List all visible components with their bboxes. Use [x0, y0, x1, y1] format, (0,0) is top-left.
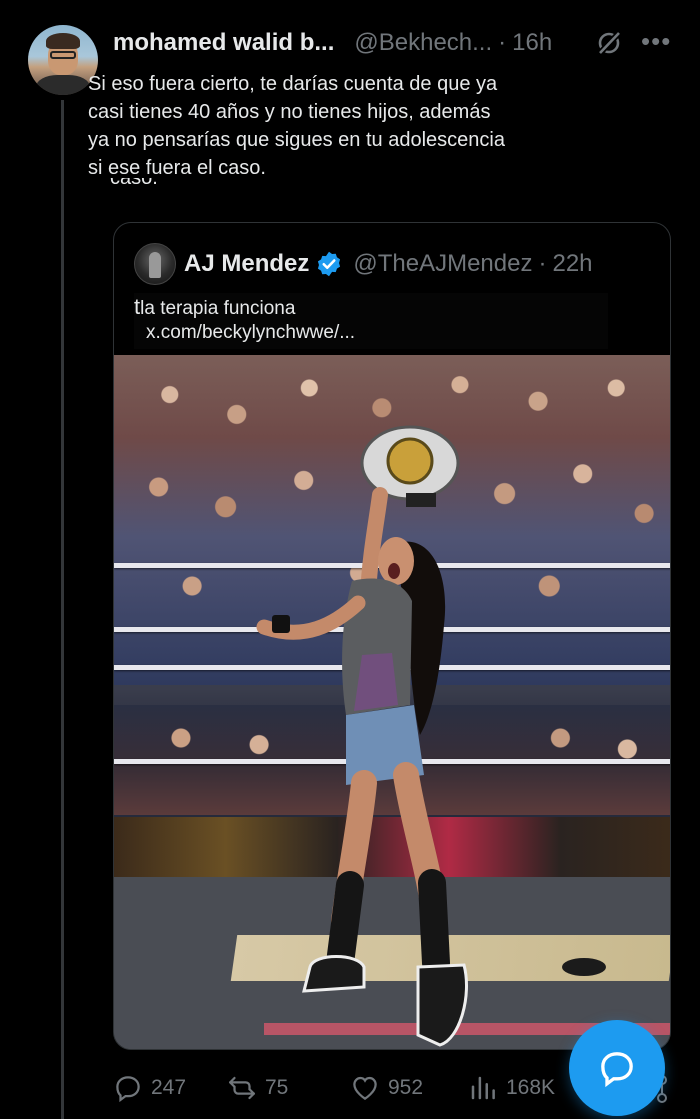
grok-icon[interactable]	[595, 29, 623, 57]
reply-separator: ·	[498, 29, 507, 56]
quote-text: tla terapia funciona	[134, 294, 296, 320]
quote-separator: ·	[538, 250, 547, 277]
reply-text: Si eso fuera cierto, te darías cuenta de…	[88, 73, 505, 179]
views-button[interactable]: 168K	[468, 1070, 555, 1106]
quote-header: AJ Mendez @TheAJMendez · 22h	[184, 247, 593, 281]
reply-timestamp[interactable]: 16h	[512, 29, 552, 57]
reply-icon	[116, 1076, 140, 1103]
reply-display-name[interactable]: mohamed walid b...	[113, 29, 334, 57]
repost-icon	[229, 1076, 255, 1100]
compose-reply-button[interactable]	[569, 1020, 665, 1116]
reply-button[interactable]: 247	[113, 1070, 186, 1106]
thread-line	[61, 100, 64, 1119]
reply-count: 247	[151, 1076, 187, 1099]
quote-link[interactable]: x.com/beckylynchwwe/...	[146, 321, 355, 345]
heart-icon	[353, 1076, 377, 1100]
quote-text-box: tla terapia funciona x.com/beckylynchwwe…	[134, 293, 608, 349]
wrestler-figure	[256, 425, 606, 1047]
quote-handle[interactable]: @TheAJMendez	[353, 250, 532, 278]
reply-handle[interactable]: @Bekhech...	[354, 29, 492, 57]
views-icon	[471, 1076, 495, 1100]
quote-media-image[interactable]	[114, 355, 670, 1049]
reply-header: mohamed walid b... @Bekhech... · 16h •••	[113, 28, 693, 58]
reply-text-ghost: caso.	[110, 178, 230, 188]
quote-timestamp[interactable]: 22h	[552, 250, 592, 278]
more-icon[interactable]: •••	[641, 28, 671, 54]
quote-display-name[interactable]: AJ Mendez	[184, 250, 309, 278]
repost-count: 75	[265, 1076, 289, 1099]
repost-button[interactable]: 75	[227, 1070, 288, 1106]
quote-author-avatar[interactable]	[134, 243, 176, 285]
action-bar: 247 75 952 168K	[113, 1070, 573, 1106]
like-button[interactable]: 952	[350, 1070, 423, 1106]
like-count: 952	[388, 1076, 424, 1099]
verified-badge-icon	[318, 251, 341, 277]
views-count: 168K	[506, 1076, 556, 1099]
compose-reply-icon	[601, 1052, 633, 1088]
quoted-tweet[interactable]: AJ Mendez @TheAJMendez · 22h tla terapia…	[113, 222, 671, 1050]
